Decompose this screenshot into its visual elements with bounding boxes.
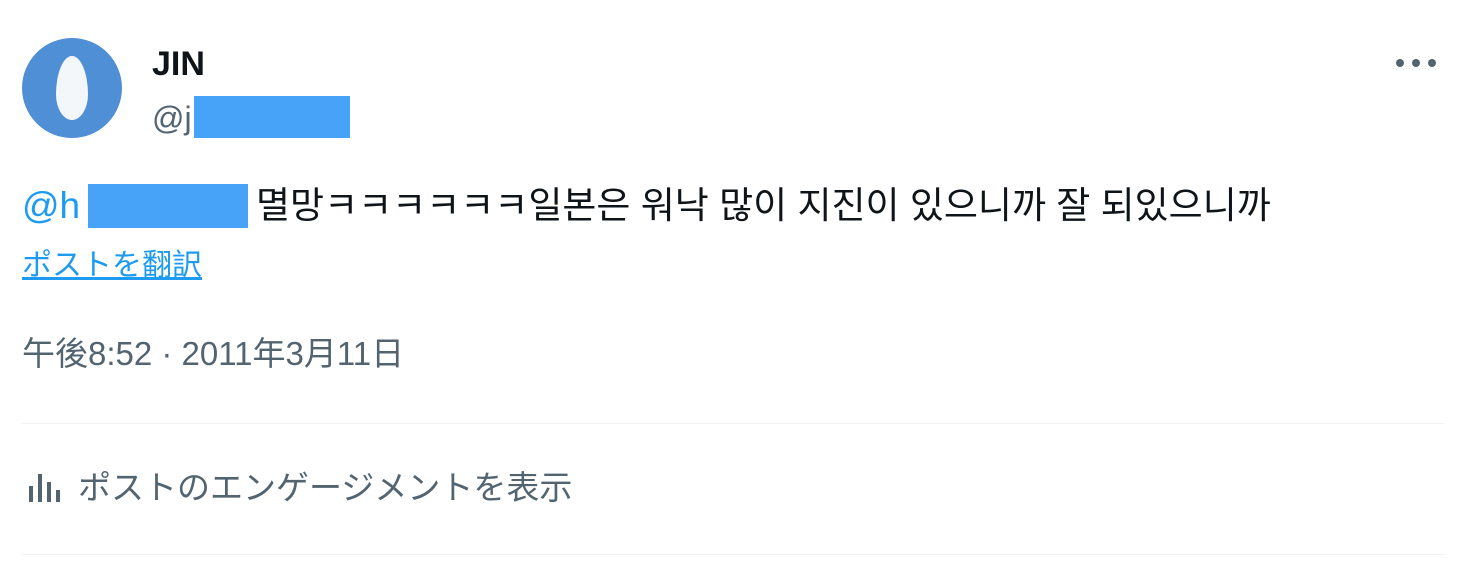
divider — [22, 423, 1444, 424]
default-egg-avatar-icon — [56, 56, 88, 120]
divider — [22, 554, 1444, 555]
reply-mention[interactable]: @h — [22, 185, 80, 226]
more-horizontal-icon — [1396, 59, 1404, 67]
mention-redaction-block — [88, 184, 248, 228]
more-dot — [1412, 59, 1420, 67]
view-engagement-button[interactable]: ポストのエンゲージメントを表示 — [26, 466, 572, 510]
tweet-mention-line: @h — [22, 180, 80, 232]
translate-post-link[interactable]: ポストを翻訳 — [22, 246, 202, 286]
tweet-timestamp[interactable]: 午後8:52 · 2011年3月11日 — [22, 333, 404, 375]
tweet-card: JIN @j @h 멸망ㅋㅋㅋㅋㅋㅋ일본은 워낙 많이 지진이 있으니까 잘 되… — [0, 0, 1480, 566]
more-dot — [1428, 59, 1436, 67]
engagement-label: ポストのエンゲージメントを表示 — [78, 469, 573, 506]
tweet-text: 멸망ㅋㅋㅋㅋㅋㅋ일본은 워낙 많이 지진이 있으니까 잘 되있으니까 — [256, 185, 1271, 226]
handle-redaction-block — [194, 96, 350, 138]
more-options-button[interactable] — [1396, 46, 1436, 80]
avatar[interactable] — [22, 38, 122, 138]
author-display-name[interactable]: JIN — [152, 44, 205, 84]
analytics-bar-icon — [29, 474, 60, 502]
author-handle[interactable]: @j — [152, 98, 192, 138]
